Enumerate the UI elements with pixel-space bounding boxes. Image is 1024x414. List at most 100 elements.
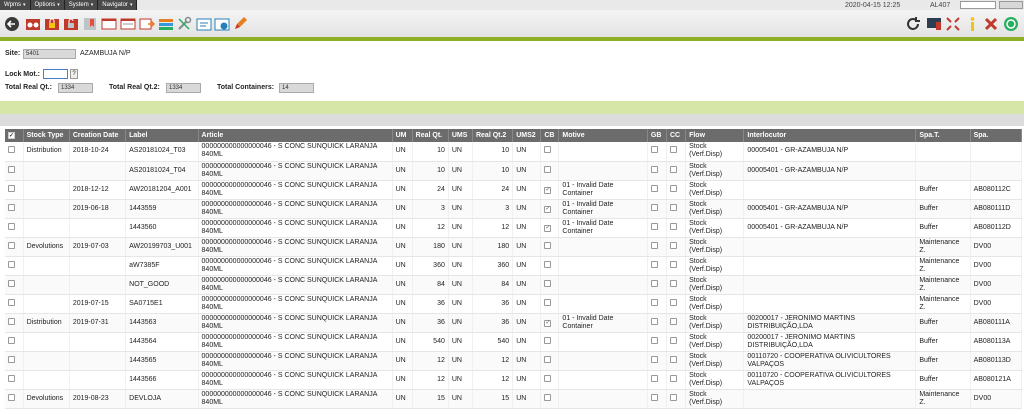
- checkbox-icon[interactable]: [650, 260, 658, 268]
- row-select-checkbox[interactable]: [5, 218, 24, 238]
- checkbox-icon[interactable]: [650, 222, 658, 230]
- checkbox-icon[interactable]: [8, 222, 15, 230]
- row-select-checkbox[interactable]: [5, 332, 24, 352]
- menu-system[interactable]: System ▾: [64, 0, 99, 10]
- column-header[interactable]: Interlocutor: [743, 129, 917, 142]
- cell-cb-checkbox[interactable]: [540, 142, 560, 162]
- checkbox-icon[interactable]: [650, 393, 658, 401]
- column-header[interactable]: UMS: [448, 129, 473, 142]
- column-header[interactable]: UM: [392, 129, 413, 142]
- cell-cb-checkbox[interactable]: [540, 161, 560, 181]
- cell-cb-checkbox[interactable]: [540, 332, 560, 352]
- checkbox-icon[interactable]: [650, 355, 658, 363]
- checkbox-icon[interactable]: ✓: [544, 186, 552, 194]
- cell-gb-checkbox[interactable]: [647, 237, 667, 257]
- table-row[interactable]: 2019-07-15 SA0715E1 000000000000000046 - S…: [5, 294, 1023, 314]
- cell-cc-checkbox[interactable]: [666, 313, 687, 333]
- cell-cc-checkbox[interactable]: [666, 332, 687, 352]
- checkbox-icon[interactable]: [8, 317, 15, 325]
- checkbox-icon[interactable]: [8, 165, 15, 173]
- cell-cc-checkbox[interactable]: [666, 199, 687, 219]
- refresh-icon[interactable]: [905, 16, 921, 32]
- cell-cc-checkbox[interactable]: [666, 218, 687, 238]
- cell-gb-checkbox[interactable]: [647, 180, 667, 200]
- table-row[interactable]: 1443566 000000000000000046 - S CONC SUNQU…: [5, 370, 1023, 390]
- site-code-field[interactable]: 5401: [23, 49, 76, 59]
- checkbox-icon[interactable]: [650, 241, 658, 249]
- unlock-icon[interactable]: [63, 16, 79, 32]
- menu-wpms[interactable]: Wpms ▾: [0, 0, 31, 10]
- close-icon[interactable]: [983, 16, 999, 32]
- checkbox-icon[interactable]: [669, 279, 677, 287]
- binoculars-icon[interactable]: [25, 16, 41, 32]
- checkbox-icon[interactable]: ✓: [544, 224, 552, 232]
- cell-gb-checkbox[interactable]: [647, 351, 667, 371]
- column-header[interactable]: Spa.T.: [915, 129, 971, 142]
- checkbox-icon[interactable]: [669, 165, 677, 173]
- cell-cc-checkbox[interactable]: [666, 275, 687, 295]
- row-select-checkbox[interactable]: [5, 256, 24, 276]
- cell-gb-checkbox[interactable]: [647, 370, 667, 390]
- checkbox-icon[interactable]: ✓: [544, 319, 552, 327]
- menu-options[interactable]: Options ▾: [30, 0, 65, 10]
- checkbox-icon[interactable]: [650, 184, 658, 192]
- cell-gb-checkbox[interactable]: [647, 218, 667, 238]
- column-header[interactable]: Real Qt.: [412, 129, 449, 142]
- checkbox-icon[interactable]: [669, 146, 677, 154]
- table-row[interactable]: 2018-12-12 AW20181204_A001 000000000000000…: [5, 180, 1023, 200]
- select-all-checkbox[interactable]: ✓: [5, 129, 24, 142]
- cell-cb-checkbox[interactable]: ✓: [540, 313, 560, 333]
- cell-cb-checkbox[interactable]: [540, 294, 560, 314]
- checkbox-icon[interactable]: [8, 336, 15, 344]
- checkbox-icon[interactable]: [650, 203, 658, 211]
- table-row[interactable]: Devolutions 2019-07-03 AW20199703_U001 0000…: [5, 237, 1023, 257]
- lock-icon[interactable]: [44, 16, 60, 32]
- tools-icon[interactable]: [176, 16, 192, 32]
- cell-cb-checkbox[interactable]: [540, 370, 560, 390]
- menu-navigator[interactable]: Navigator ▾: [98, 0, 138, 10]
- table-row[interactable]: NOT_GOOD 000000000000000046 - S CONC SUNQ…: [5, 275, 1023, 295]
- checkbox-icon[interactable]: [669, 241, 677, 249]
- cell-cc-checkbox[interactable]: [666, 389, 687, 409]
- checkbox-icon[interactable]: [544, 336, 552, 344]
- cell-cc-checkbox[interactable]: [666, 370, 687, 390]
- cell-cb-checkbox[interactable]: [540, 351, 560, 371]
- column-header[interactable]: CB: [540, 129, 560, 142]
- cell-gb-checkbox[interactable]: [647, 389, 667, 409]
- table-row[interactable]: aW7385F 000000000000000046 - S CONC SUNQU…: [5, 256, 1023, 276]
- cell-cc-checkbox[interactable]: [666, 161, 687, 181]
- column-header[interactable]: Spa.: [970, 129, 1023, 142]
- checkbox-icon[interactable]: [669, 222, 677, 230]
- checkbox-icon[interactable]: [650, 298, 658, 306]
- checkbox-icon[interactable]: [544, 241, 552, 249]
- cell-cb-checkbox[interactable]: ✓: [540, 199, 560, 219]
- cell-gb-checkbox[interactable]: [647, 313, 667, 333]
- monitor-icon[interactable]: [926, 16, 942, 32]
- checkbox-icon[interactable]: [650, 374, 658, 382]
- back-arrow-icon[interactable]: [4, 16, 20, 32]
- column-header[interactable]: Creation Date: [69, 129, 127, 142]
- cell-cb-checkbox[interactable]: [540, 256, 560, 276]
- checkbox-icon[interactable]: [669, 260, 677, 268]
- cell-cc-checkbox[interactable]: [666, 237, 687, 257]
- checkbox-icon[interactable]: [544, 298, 552, 306]
- note-icon[interactable]: [196, 16, 212, 32]
- expand-icon[interactable]: [945, 16, 961, 32]
- row-select-checkbox[interactable]: [5, 313, 24, 333]
- cell-gb-checkbox[interactable]: [647, 199, 667, 219]
- checkbox-icon[interactable]: [544, 279, 552, 287]
- checkbox-icon[interactable]: [8, 146, 15, 154]
- checkbox-icon[interactable]: [669, 393, 677, 401]
- row-select-checkbox[interactable]: [5, 237, 24, 257]
- column-header[interactable]: Article: [198, 129, 393, 142]
- table-row[interactable]: Distribution 2018-10-24 AS20181024_T03 0000…: [5, 142, 1023, 162]
- cell-cb-checkbox[interactable]: ✓: [540, 218, 560, 238]
- row-select-checkbox[interactable]: [5, 370, 24, 390]
- checkbox-icon[interactable]: [650, 336, 658, 344]
- cell-cb-checkbox[interactable]: [540, 237, 560, 257]
- cell-cc-checkbox[interactable]: [666, 351, 687, 371]
- checkbox-icon[interactable]: [650, 279, 658, 287]
- table-row[interactable]: AS20181024_T04 000000000000000046 - S CON…: [5, 161, 1023, 181]
- info-icon[interactable]: [964, 16, 980, 32]
- checkbox-icon[interactable]: [8, 241, 15, 249]
